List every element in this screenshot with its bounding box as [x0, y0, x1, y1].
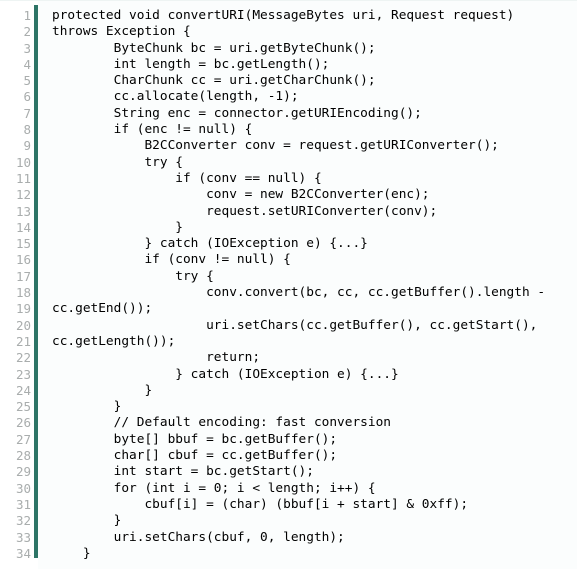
line-number: 30 — [15, 480, 31, 496]
line-number: 8 — [23, 122, 31, 138]
code-line[interactable]: } — [52, 546, 577, 562]
line-number: 12 — [15, 187, 31, 203]
code-line[interactable]: // Default encoding: fast conversion — [52, 415, 577, 431]
code-line[interactable]: if (enc != null) { — [52, 122, 577, 138]
code-line[interactable]: byte[] bbuf = bc.getBuffer(); — [52, 432, 577, 448]
line-number: 23 — [15, 366, 31, 382]
code-line[interactable]: } catch (IOException e) {...} — [52, 236, 577, 252]
line-number: 31 — [15, 496, 31, 512]
code-line[interactable]: if (conv == null) { — [52, 171, 577, 187]
code-line[interactable]: try { — [52, 269, 577, 285]
line-number: 7 — [23, 105, 31, 121]
line-number: 22 — [15, 350, 31, 366]
line-number: 11 — [15, 170, 31, 186]
line-number: 18 — [15, 285, 31, 301]
code-line[interactable]: conv = new B2CConverter(enc); — [52, 187, 577, 203]
line-number: 13 — [15, 203, 31, 219]
code-line[interactable]: } — [52, 513, 577, 529]
line-number: 29 — [15, 464, 31, 480]
code-line[interactable]: } catch (IOException e) {...} — [52, 367, 577, 383]
line-number: 34 — [15, 545, 31, 561]
code-line[interactable]: int start = bc.getStart(); — [52, 464, 577, 480]
code-listing: 1 2 3 4 5 6 7 8 9 10 11 12 13 14 15 16 17 18 19 20 21 22 23 24 2… — [0, 0, 577, 569]
code-line[interactable]: cc.allocate(length, -1); — [52, 89, 577, 105]
line-number: 24 — [15, 382, 31, 398]
line-number: 19 — [15, 301, 31, 317]
line-number: 6 — [23, 89, 31, 105]
code-line[interactable]: return; — [52, 350, 577, 366]
line-number: 27 — [15, 431, 31, 447]
code-line[interactable]: if (conv != null) { — [52, 252, 577, 268]
code-line[interactable]: int length = bc.getLength(); — [52, 57, 577, 73]
line-number: 21 — [15, 333, 31, 349]
code-line[interactable]: conv.convert(bc, cc, cc.getBuffer().leng… — [52, 285, 577, 301]
code-line[interactable]: cbuf[i] = (char) (bbuf[i + start] & 0xff… — [52, 497, 577, 513]
line-number: 1 — [23, 8, 31, 23]
line-number: 4 — [23, 56, 31, 72]
line-number: 25 — [15, 399, 31, 415]
code-line[interactable]: uri.setChars(cc.getBuffer(), cc.getStart… — [52, 318, 577, 334]
code-line[interactable]: request.setURIConverter(conv); — [52, 204, 577, 220]
code-line[interactable]: try { — [52, 155, 577, 171]
code-line[interactable]: uri.setChars(cbuf, 0, length); — [52, 530, 577, 546]
code-line[interactable]: protected void convertURI(MessageBytes u… — [52, 8, 577, 24]
code-line[interactable]: } — [52, 383, 577, 399]
code-text-area[interactable]: protected void convertURI(MessageBytes u… — [52, 8, 577, 562]
line-number: 2 — [23, 24, 31, 40]
code-line[interactable]: char[] cbuf = cc.getBuffer(); — [52, 448, 577, 464]
line-number: 10 — [15, 154, 31, 170]
line-number: 9 — [23, 138, 31, 154]
line-number: 15 — [15, 236, 31, 252]
gutter-separator-rule — [34, 5, 38, 558]
code-line[interactable]: } — [52, 220, 577, 236]
code-line[interactable]: cc.getEnd()); — [52, 301, 577, 317]
code-line[interactable]: for (int i = 0; i < length; i++) { — [52, 481, 577, 497]
line-number: 14 — [15, 219, 31, 235]
line-number: 16 — [15, 252, 31, 268]
line-number: 28 — [15, 448, 31, 464]
line-number-gutter: 1 2 3 4 5 6 7 8 9 10 11 12 13 14 15 16 17 18 19 20 21 22 23 24 2… — [0, 8, 32, 562]
line-number: 32 — [15, 513, 31, 529]
code-line[interactable]: B2CConverter conv = request.getURIConver… — [52, 138, 577, 154]
code-line[interactable]: } — [52, 399, 577, 415]
line-number: 5 — [23, 73, 31, 89]
line-number: 26 — [15, 415, 31, 431]
code-line[interactable]: String enc = connector.getURIEncoding(); — [52, 106, 577, 122]
line-number: 17 — [15, 268, 31, 284]
code-line[interactable]: CharChunk cc = uri.getCharChunk(); — [52, 73, 577, 89]
line-number: 20 — [15, 317, 31, 333]
code-line[interactable]: ByteChunk bc = uri.getByteChunk(); — [52, 41, 577, 57]
code-line[interactable]: throws Exception { — [52, 24, 577, 40]
line-number: 3 — [23, 40, 31, 56]
code-line[interactable]: cc.getLength()); — [52, 334, 577, 350]
line-number: 33 — [15, 529, 31, 545]
